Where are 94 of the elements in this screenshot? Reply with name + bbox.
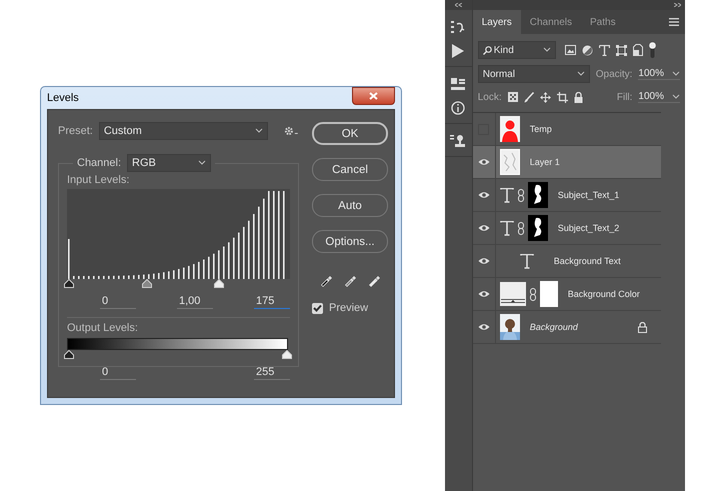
caret-icon: [672, 94, 680, 100]
filter-dropdown[interactable]: Kind: [478, 41, 556, 59]
input-level-field[interactable]: 175: [254, 294, 290, 309]
fill-label: Fill:: [616, 92, 632, 102]
type-layer-icon: [500, 220, 514, 236]
gear-icon[interactable]: [284, 126, 298, 136]
slider-handle[interactable]: [282, 350, 292, 359]
caret-icon: [198, 160, 206, 166]
preview-checkbox[interactable]: [312, 302, 323, 314]
layer-row[interactable]: Temp: [472, 113, 661, 146]
preset-label: Preset:: [58, 125, 93, 137]
info-icon[interactable]: [451, 101, 466, 115]
menu-icon[interactable]: [669, 18, 679, 26]
layer-name: Temp: [530, 124, 552, 134]
eyedropper-icon[interactable]: [368, 274, 382, 288]
caret-icon: [542, 47, 551, 53]
stamp-icon[interactable]: [450, 134, 466, 148]
output-level-field[interactable]: 255: [254, 365, 290, 380]
eye-icon[interactable]: [478, 224, 490, 232]
expand-icon[interactable]: [674, 3, 681, 7]
close-button[interactable]: [352, 87, 395, 105]
mask-thumbnail: [528, 182, 548, 208]
eye-icon[interactable]: [478, 257, 490, 265]
caret-icon: [672, 70, 680, 76]
smart-object-filter-icon[interactable]: [632, 44, 643, 56]
output-level-field[interactable]: 0: [100, 365, 136, 380]
input-level-field[interactable]: 1,00: [177, 294, 213, 309]
link-icon: [518, 222, 524, 234]
fill-field[interactable]: 100%: [638, 91, 680, 103]
toggle-icon[interactable]: [648, 42, 656, 58]
mask-thumbnail: [540, 281, 558, 307]
move-icon[interactable]: [540, 92, 551, 102]
dialog-button[interactable]: Options...: [312, 230, 388, 253]
panel-tab[interactable]: Layers: [472, 10, 521, 34]
slider-handle[interactable]: [64, 279, 74, 288]
layer-thumbnail: [500, 149, 520, 175]
opacity-field[interactable]: 100%: [638, 68, 680, 80]
layer-name: Subject_Text_2: [558, 223, 620, 233]
eye-icon[interactable]: [478, 323, 490, 331]
layer-row[interactable]: Subject_Text_2: [472, 212, 661, 245]
layer-name: Background Color: [568, 289, 640, 299]
dialog-button[interactable]: OK: [312, 122, 388, 145]
play-icon[interactable]: [452, 44, 464, 58]
slider-handle[interactable]: [64, 350, 74, 359]
mask-thumbnail: [528, 215, 548, 241]
layer-name: Background: [530, 322, 578, 332]
panel-tab[interactable]: Channels: [520, 10, 582, 34]
color-fill-thumbnail: [500, 282, 526, 306]
link-icon: [530, 288, 536, 300]
crop-icon[interactable]: [556, 92, 568, 102]
layer-name: Layer 1: [530, 157, 560, 167]
panel-tab[interactable]: Paths: [581, 10, 625, 34]
type-filter-icon[interactable]: [598, 44, 610, 56]
input-levels-label: Input Levels:: [67, 174, 130, 186]
properties-icon[interactable]: [450, 77, 466, 91]
dialog-button[interactable]: Auto: [312, 194, 388, 217]
layer-row[interactable]: Background Color: [472, 278, 661, 311]
input-level-field[interactable]: 0: [100, 294, 136, 309]
output-levels-label: Output Levels:: [67, 322, 139, 334]
preset-dropdown[interactable]: Custom: [98, 122, 268, 140]
channel-dropdown[interactable]: RGB: [127, 154, 212, 172]
blend-mode-dropdown[interactable]: Normal: [478, 65, 590, 83]
eye-icon[interactable]: [478, 191, 490, 199]
type-layer-icon: [520, 254, 534, 268]
channel-label: Channel:: [77, 157, 122, 169]
lock-label: Lock:: [478, 92, 502, 102]
layer-row[interactable]: Subject_Text_1: [472, 179, 661, 212]
layer-thumbnail: [500, 116, 520, 142]
caret-icon: [255, 128, 264, 134]
dialog-button[interactable]: Cancel: [312, 158, 388, 181]
shape-filter-icon[interactable]: [616, 44, 627, 56]
checkerboard-icon[interactable]: [508, 92, 518, 102]
eye-icon[interactable]: [478, 290, 490, 298]
image-filter-icon[interactable]: [564, 45, 576, 55]
link-icon: [518, 188, 524, 202]
layer-name: Subject_Text_1: [558, 190, 620, 200]
close-icon: [369, 92, 378, 100]
adjustment-filter-icon[interactable]: [582, 44, 593, 56]
layer-row[interactable]: Background: [472, 311, 661, 344]
collapse-icon[interactable]: [454, 3, 462, 7]
layer-row[interactable]: Layer 1: [472, 146, 661, 179]
eye-icon[interactable]: [478, 158, 490, 166]
lock-icon[interactable]: [574, 92, 583, 102]
layer-row[interactable]: Background Text: [472, 245, 661, 278]
dialog-title: Levels: [47, 92, 79, 104]
search-icon: [482, 46, 492, 54]
caret-icon: [576, 71, 585, 77]
history-icon[interactable]: [451, 20, 466, 34]
preview-label: Preview: [329, 302, 368, 314]
layer-name: Background Text: [554, 256, 621, 266]
type-layer-icon: [500, 188, 514, 202]
eyedropper-icon[interactable]: [320, 274, 334, 288]
opacity-label: Opacity:: [596, 68, 632, 80]
brush-icon[interactable]: [524, 92, 534, 102]
